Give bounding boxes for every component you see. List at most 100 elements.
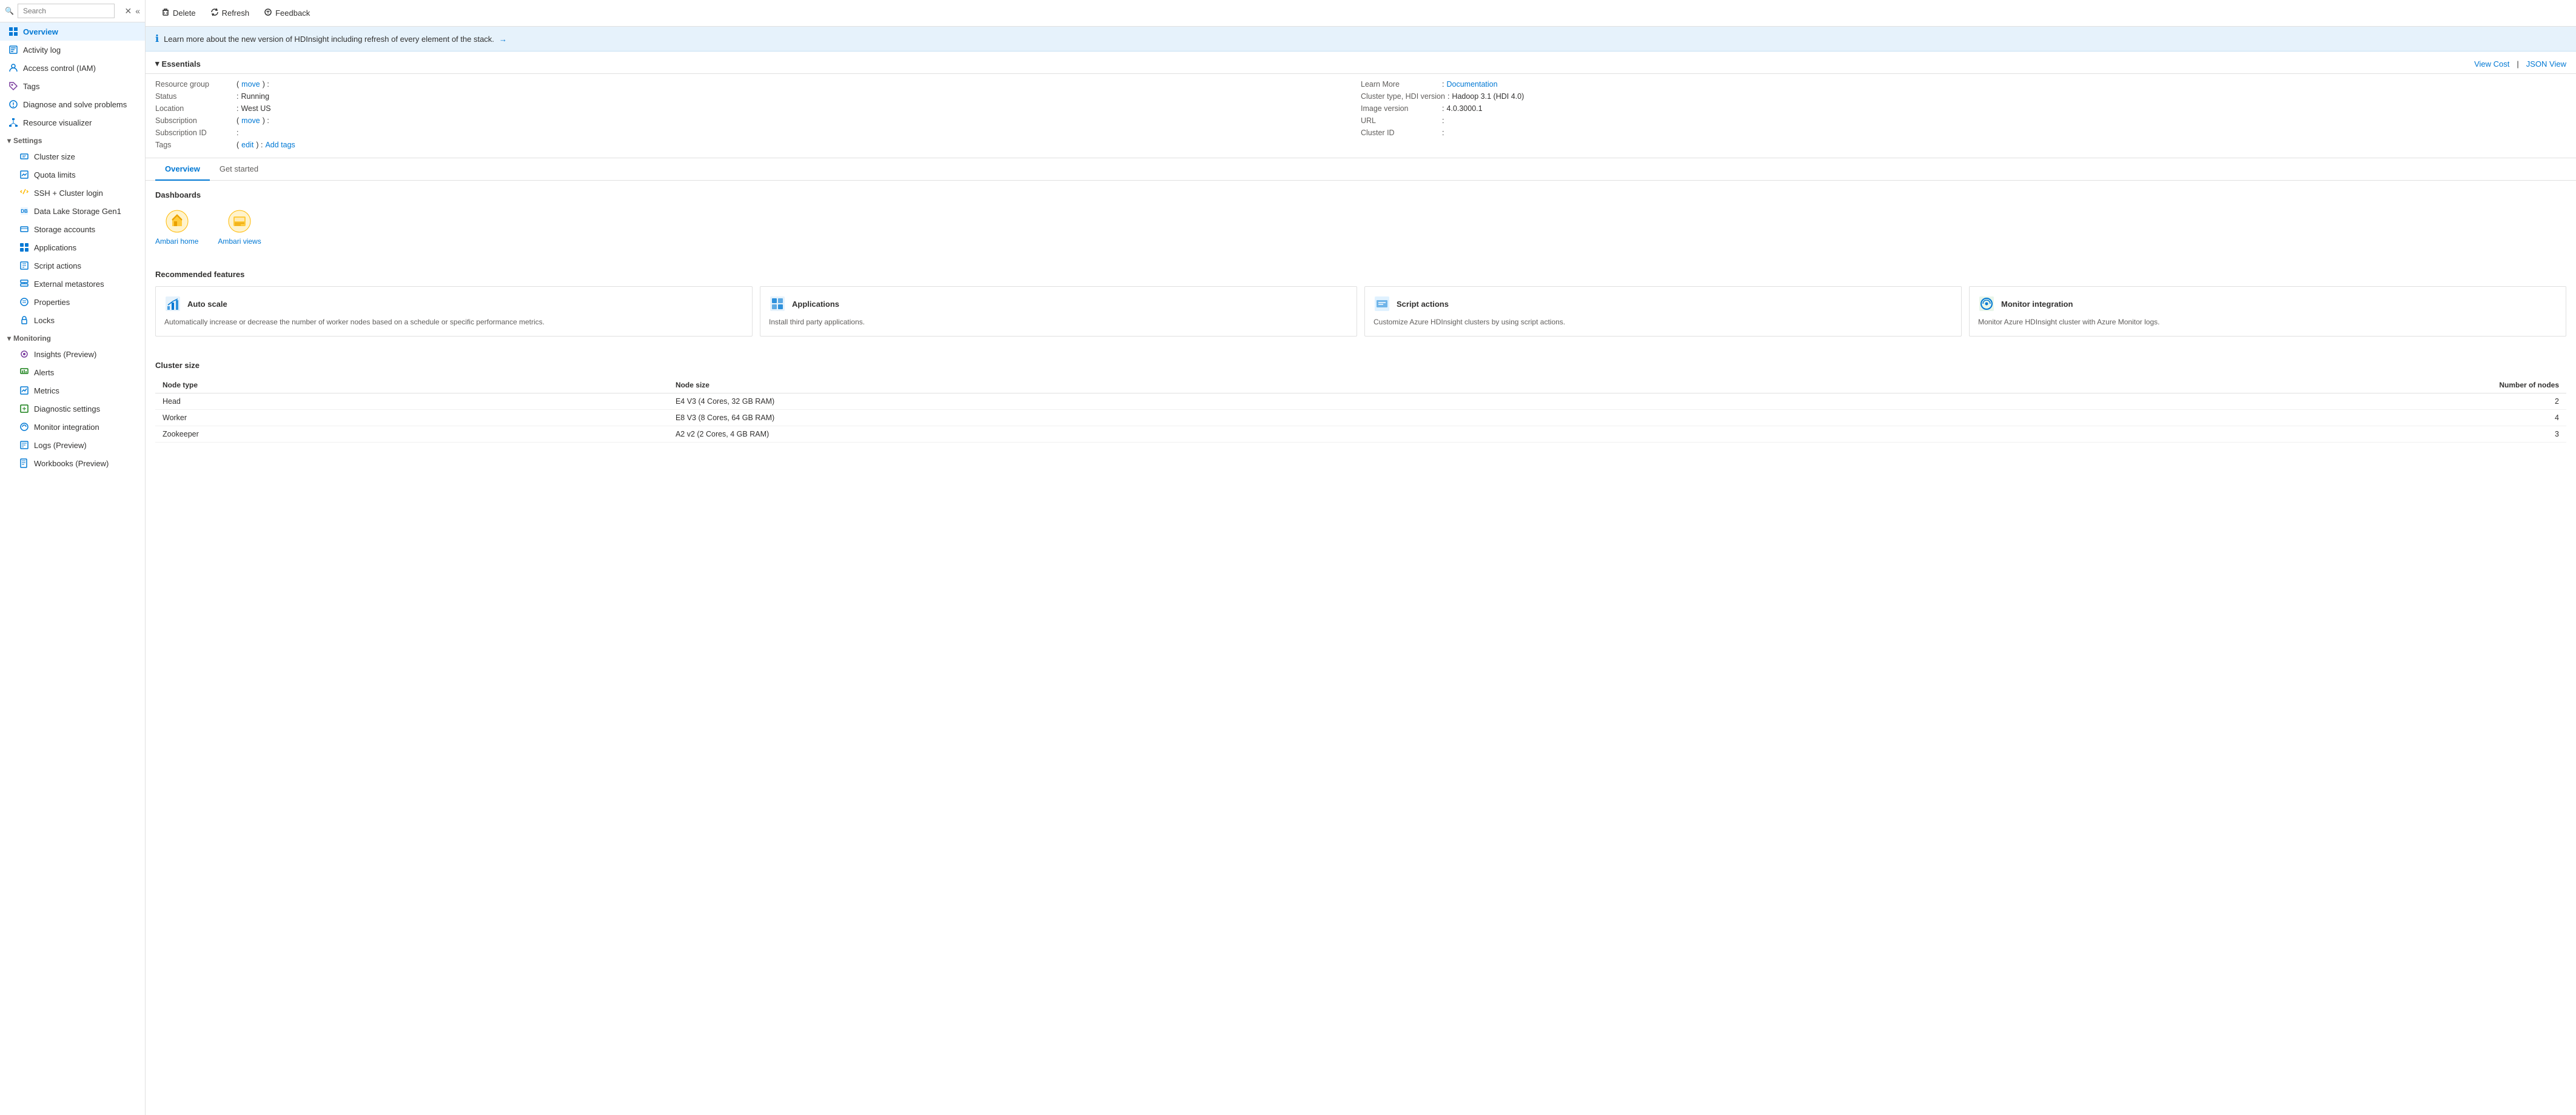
sidebar-search-bar: 🔍 ✕ « <box>0 0 145 22</box>
feedback-label: Feedback <box>275 8 310 18</box>
cluster-size-section: Cluster size Node type Node size Number … <box>146 351 2576 447</box>
status-colon: : <box>236 92 238 101</box>
tags-edit-link[interactable]: edit <box>241 141 253 149</box>
worker-num-nodes: 4 <box>1815 409 2566 426</box>
collapse-sidebar-button[interactable]: « <box>135 6 140 16</box>
main-tabs: Overview Get started <box>146 158 2576 181</box>
json-view-link[interactable]: JSON View <box>2526 59 2566 69</box>
script-actions-feature-title: Script actions <box>1397 300 1449 309</box>
feature-monitor-integration[interactable]: Monitor integration Monitor Azure HDInsi… <box>1969 286 2566 337</box>
sidebar-item-properties[interactable]: Properties <box>0 293 145 311</box>
essentials-divider: | <box>2517 59 2518 69</box>
sidebar-item-workbooks[interactable]: Workbooks (Preview) <box>0 454 145 472</box>
sidebar-item-diagnostic[interactable]: Diagnostic settings <box>0 400 145 418</box>
tab-get-started[interactable]: Get started <box>210 158 268 181</box>
sidebar-item-storage-accounts[interactable]: Storage accounts <box>0 220 145 238</box>
iam-icon <box>8 63 18 73</box>
refresh-button[interactable]: Refresh <box>204 5 256 21</box>
chevron-down-icon: ▾ <box>7 136 11 145</box>
sidebar-item-tags[interactable]: Tags <box>0 77 145 95</box>
sidebar: 🔍 ✕ « Overview Activity log Access contr… <box>0 0 146 1115</box>
sidebar-item-label-iam: Access control (IAM) <box>23 64 96 73</box>
sidebar-item-alerts[interactable]: Alerts <box>0 363 145 381</box>
applications-feature-header: Applications <box>769 295 1348 312</box>
sidebar-item-locks[interactable]: Locks <box>0 311 145 329</box>
auto-scale-icon <box>164 295 181 312</box>
sidebar-item-quota[interactable]: Quota limits <box>0 166 145 184</box>
feedback-button[interactable]: Feedback <box>258 5 316 21</box>
monitoring-section-header[interactable]: ▾ Monitoring <box>0 329 145 345</box>
worker-node-size: E8 V3 (8 Cores, 64 GB RAM) <box>668 409 1815 426</box>
close-search-button[interactable]: ✕ <box>124 6 132 16</box>
tab-overview[interactable]: Overview <box>155 158 210 181</box>
diagnose-icon <box>8 99 18 109</box>
sidebar-item-metrics[interactable]: Metrics <box>0 381 145 400</box>
learn-more-label: Learn More <box>1361 80 1440 89</box>
sub-move-link[interactable]: move <box>241 116 260 125</box>
workbooks-icon <box>19 458 29 468</box>
rg-move-link[interactable]: move <box>241 80 260 89</box>
zookeeper-node-size: A2 v2 (2 Cores, 4 GB RAM) <box>668 426 1815 442</box>
table-row: Head E4 V3 (4 Cores, 32 GB RAM) 2 <box>155 393 2566 409</box>
essentials-row-tags: Tags (edit) : Add tags <box>155 139 1361 150</box>
feedback-icon <box>264 8 272 18</box>
sidebar-item-metastores[interactable]: External metastores <box>0 275 145 293</box>
col-node-size: Node size <box>668 377 1815 393</box>
location-value: West US <box>241 104 270 113</box>
banner-link[interactable]: → <box>499 35 507 44</box>
applications-icon <box>19 243 29 252</box>
sidebar-item-diagnose[interactable]: Diagnose and solve problems <box>0 95 145 113</box>
recommended-title: Recommended features <box>155 270 2566 279</box>
search-icon: 🔍 <box>5 7 14 15</box>
status-value: Running <box>241 92 269 101</box>
sidebar-item-label-activity-log: Activity log <box>23 45 61 55</box>
search-input[interactable] <box>18 4 115 18</box>
delete-button[interactable]: Delete <box>155 5 202 21</box>
feature-applications[interactable]: Applications Install third party applica… <box>760 286 1357 337</box>
ambari-home-label: Ambari home <box>155 237 198 246</box>
banner-text: Learn more about the new version of HDIn… <box>164 35 494 44</box>
location-label: Location <box>155 104 234 113</box>
info-banner: ℹ Learn more about the new version of HD… <box>146 27 2576 52</box>
essentials-header: ▾ Essentials View Cost | JSON View <box>146 52 2576 74</box>
features-grid: Auto scale Automatically increase or dec… <box>155 286 2566 337</box>
sidebar-item-resource-visualizer[interactable]: Resource visualizer <box>0 113 145 132</box>
essentials-label: Essentials <box>162 59 201 69</box>
script-actions-header: Script actions <box>1374 295 1953 312</box>
sidebar-item-access-control[interactable]: Access control (IAM) <box>0 59 145 77</box>
col-node-type: Node type <box>155 377 668 393</box>
ambari-home-item[interactable]: Ambari home <box>155 209 198 246</box>
sidebar-item-logs[interactable]: Logs (Preview) <box>0 436 145 454</box>
essentials-row-cluster-id: Cluster ID : <box>1361 127 2566 138</box>
sidebar-item-cluster-size[interactable]: Cluster size <box>0 147 145 166</box>
sidebar-item-data-lake[interactable]: DB Data Lake Storage Gen1 <box>0 202 145 220</box>
sidebar-item-ssh[interactable]: SSH + Cluster login <box>0 184 145 202</box>
dashboard-grid: Ambari home Ambari views <box>155 207 2566 255</box>
sidebar-item-overview[interactable]: Overview <box>0 22 145 41</box>
recommended-section: Recommended features <box>146 260 2576 351</box>
essentials-row-url: URL : <box>1361 115 2566 126</box>
sidebar-item-script-actions[interactable]: Script actions <box>0 256 145 275</box>
sidebar-item-insights[interactable]: Insights (Preview) <box>0 345 145 363</box>
col-num-nodes: Number of nodes <box>1815 377 2566 393</box>
sidebar-item-label-data-lake: Data Lake Storage Gen1 <box>34 207 121 216</box>
documentation-link[interactable]: Documentation <box>1446 80 1497 89</box>
sidebar-item-applications[interactable]: Applications <box>0 238 145 256</box>
sidebar-item-monitor[interactable]: Monitor integration <box>0 418 145 436</box>
sub-move-paren-open: ( <box>236 116 239 125</box>
status-label: Status <box>155 92 234 101</box>
subscription-label: Subscription <box>155 116 234 125</box>
sidebar-item-activity-log[interactable]: Activity log <box>0 41 145 59</box>
feature-auto-scale[interactable]: Auto scale Automatically increase or dec… <box>155 286 753 337</box>
settings-section-header[interactable]: ▾ Settings <box>0 132 145 147</box>
ambari-views-item[interactable]: Ambari views <box>218 209 261 246</box>
activity-log-icon <box>8 45 18 55</box>
resource-visualizer-icon <box>8 118 18 127</box>
sidebar-item-label-locks: Locks <box>34 316 55 325</box>
add-tags-link[interactable]: Add tags <box>265 141 295 149</box>
cluster-size-title: Cluster size <box>155 361 2566 370</box>
table-row: Worker E8 V3 (8 Cores, 64 GB RAM) 4 <box>155 409 2566 426</box>
svg-text:DB: DB <box>21 209 28 214</box>
feature-script-actions[interactable]: Script actions Customize Azure HDInsight… <box>1364 286 1962 337</box>
view-cost-link[interactable]: View Cost <box>2474 59 2509 69</box>
